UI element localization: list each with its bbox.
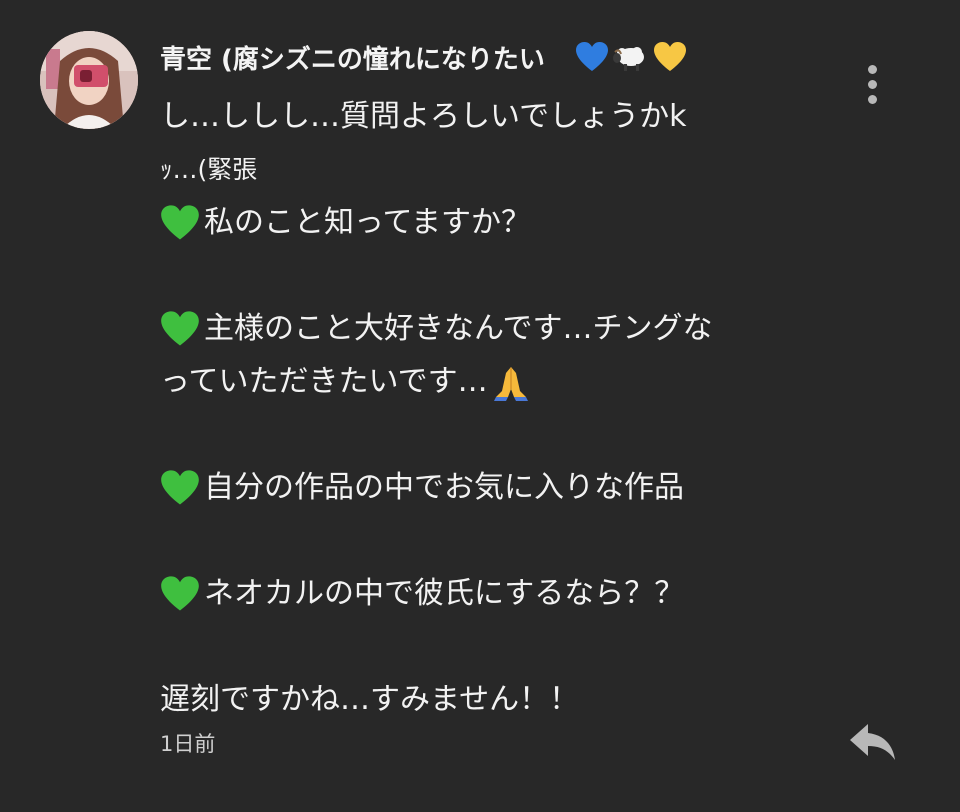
user-avatar[interactable] bbox=[40, 31, 138, 129]
yellow-heart-icon bbox=[653, 41, 687, 73]
comment-line: 自分の作品の中でお気に入りな作品 bbox=[160, 461, 800, 514]
comment-line: 主様のこと大好きなんです…チングな bbox=[160, 302, 800, 355]
green-heart-icon bbox=[160, 310, 200, 348]
comment-text: 遅刻ですかね…すみません！！ bbox=[160, 682, 580, 717]
comment-text: ネオカルの中で彼氏にするなら？？ bbox=[204, 576, 685, 611]
comment-header: 青空 (腐シズニの憧れになりたい bbox=[160, 39, 687, 76]
comment-line: 遅刻ですかね…すみません！！ bbox=[160, 673, 800, 726]
comment-line: 私のこと知ってますか？ bbox=[160, 196, 800, 249]
username-badges bbox=[575, 41, 687, 73]
reply-arrow-icon[interactable] bbox=[848, 720, 898, 764]
comment-text: 私のこと知ってますか？ bbox=[204, 205, 531, 240]
comment-line: ｯ…(緊張 bbox=[160, 143, 800, 196]
comment-text: 主様のこと大好きなんです…チングな bbox=[204, 311, 713, 346]
more-vertical-icon[interactable] bbox=[856, 60, 888, 108]
blue-heart-icon bbox=[575, 41, 609, 73]
sheep-icon bbox=[612, 41, 650, 73]
comment-text: ｯ…(緊張 bbox=[160, 155, 258, 184]
green-heart-icon bbox=[160, 575, 200, 613]
folded-hands-icon bbox=[492, 363, 530, 401]
timestamp: 1日前 bbox=[160, 732, 216, 756]
green-heart-icon bbox=[160, 204, 200, 242]
username[interactable]: 青空 (腐シズニの憧れになりたい bbox=[160, 39, 545, 76]
comment-body: し…ししし…質問よろしいでしょうかk ｯ…(緊張 私のこと知ってますか？ 主様の… bbox=[160, 90, 800, 726]
comment-text: 自分の作品の中でお気に入りな作品 bbox=[204, 470, 684, 505]
comment-line: ネオカルの中で彼氏にするなら？？ bbox=[160, 567, 800, 620]
green-heart-icon bbox=[160, 469, 200, 507]
comment-line: っていただきたいです… bbox=[160, 355, 800, 408]
comment-line: し…ししし…質問よろしいでしょうかk bbox=[160, 90, 800, 143]
comment-text: し…ししし…質問よろしいでしょうかk bbox=[160, 99, 687, 134]
comment-text: っていただきたいです… bbox=[160, 364, 488, 399]
